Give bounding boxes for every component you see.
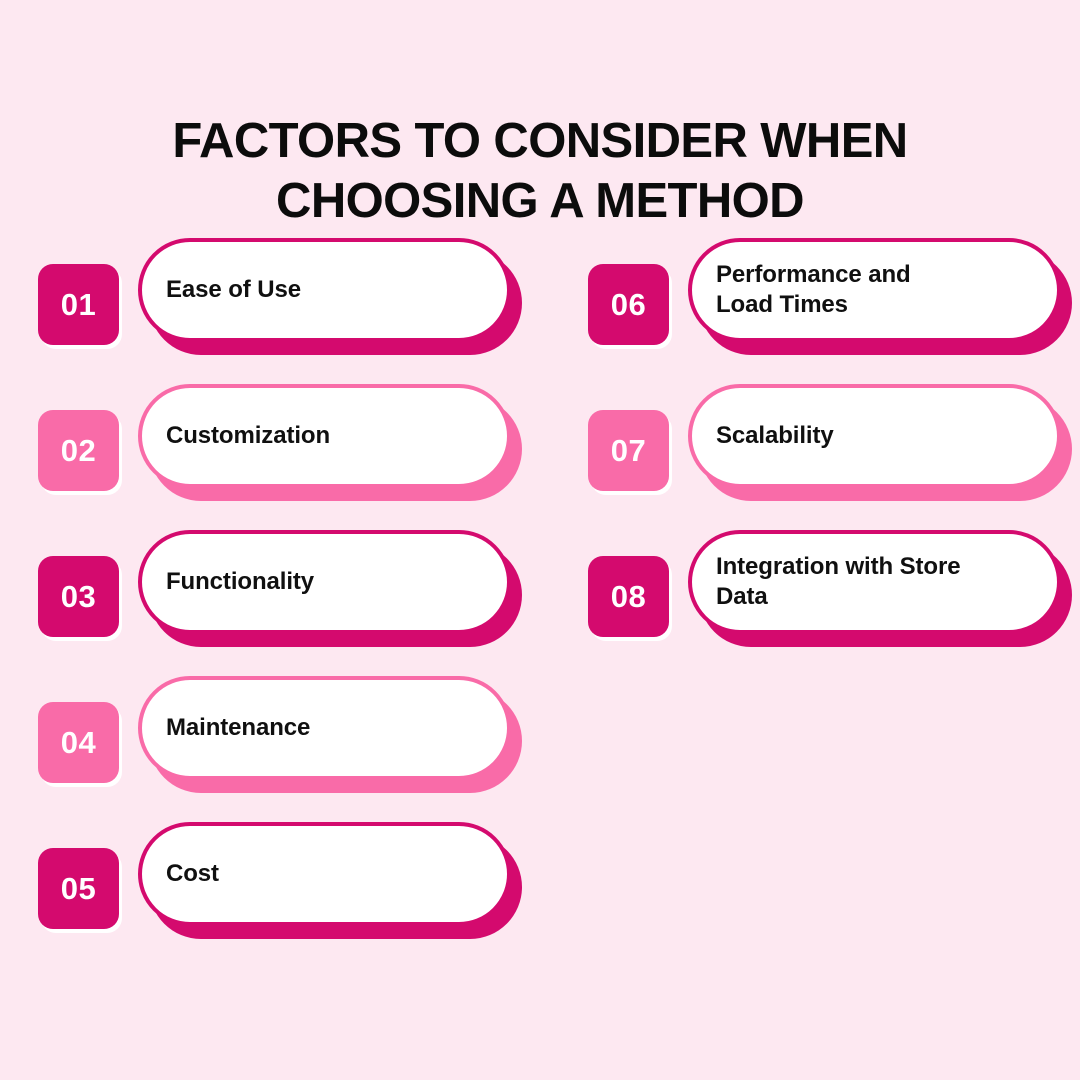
factor-label: Maintenance [142,713,328,743]
factor-label-line-1: Functionality [166,568,315,595]
factor-pill[interactable]: Performance and Load Times [688,238,1061,342]
factor-label-line-1: Cost [166,860,219,887]
factor-number-badge: 05 [38,848,119,929]
factor-pill-wrapper: Functionality [138,530,522,647]
factor-number-badge: 03 [38,556,119,637]
factor-label-line-1: Scalability [716,422,834,449]
factor-label: Customization [142,421,348,451]
factor-pill-wrapper: Ease of Use [138,238,522,355]
factor-item[interactable]: 08 Integration with Store Data [588,530,1072,676]
factor-number: 02 [60,433,97,468]
factor-number: 03 [60,579,97,614]
factor-item[interactable]: 03 Functionality [38,530,522,676]
factor-number-badge: 08 [588,556,669,637]
factor-pill[interactable]: Integration with Store Data [688,530,1061,634]
factor-label: Integration with Store Data [692,552,978,612]
factor-label: Ease of Use [142,275,319,305]
factor-number: 06 [610,287,647,322]
factor-pill-wrapper: Scalability [688,384,1072,501]
factor-number-badge: 06 [588,264,669,345]
factor-column-right: 06 Performance and Load Times 07 Scalability… [588,238,1072,676]
factor-number: 04 [60,725,97,760]
factor-number: 05 [60,871,97,906]
factor-label: Performance and Load Times [692,260,929,320]
factor-item[interactable]: 04 Maintenance [38,676,522,822]
factor-number-badge: 02 [38,410,119,491]
page-title: FACTORS TO CONSIDER WHEN CHOOSING A METH… [0,111,1080,231]
factor-pill[interactable]: Scalability [688,384,1061,488]
factor-pill-wrapper: Integration with Store Data [688,530,1072,647]
factor-pill-wrapper: Customization [138,384,522,501]
factor-number: 01 [60,287,97,322]
factor-number: 07 [610,433,647,468]
factor-number: 08 [610,579,647,614]
factor-label-line-1: Ease of Use [166,276,301,303]
factor-label-line-1: Integration with Store [716,553,961,580]
factor-pill[interactable]: Ease of Use [138,238,511,342]
factor-label-line-2: Data [716,583,768,610]
factor-label-line-2: Load Times [716,291,848,318]
factor-label: Scalability [692,421,852,451]
factor-pill[interactable]: Customization [138,384,511,488]
factor-label-line-1: Customization [166,422,331,449]
factor-pill[interactable]: Cost [138,822,511,926]
factor-number-badge: 01 [38,264,119,345]
factor-number-badge: 07 [588,410,669,491]
factor-number-badge: 04 [38,702,119,783]
factor-pill-wrapper: Maintenance [138,676,522,793]
factor-pill[interactable]: Maintenance [138,676,511,780]
factor-label-line-1: Performance and [716,261,911,288]
factor-item[interactable]: 06 Performance and Load Times [588,238,1072,384]
factor-label-line-1: Maintenance [166,714,311,741]
factor-column-left: 01 Ease of Use 02 Customization 03 Functional… [38,238,522,968]
page-title-line-1: FACTORS TO CONSIDER WHEN [172,113,908,168]
page-title-line-2: CHOOSING A METHOD [276,173,805,228]
factor-list: 01 Ease of Use 02 Customization 03 Functional… [0,238,1080,958]
factor-label: Functionality [142,567,332,597]
factor-item[interactable]: 01 Ease of Use [38,238,522,384]
factor-pill-wrapper: Cost [138,822,522,939]
factor-pill[interactable]: Functionality [138,530,511,634]
factor-item[interactable]: 05 Cost [38,822,522,968]
factor-item[interactable]: 07 Scalability [588,384,1072,530]
factor-pill-wrapper: Performance and Load Times [688,238,1072,355]
factor-item[interactable]: 02 Customization [38,384,522,530]
factor-label: Cost [142,859,237,889]
